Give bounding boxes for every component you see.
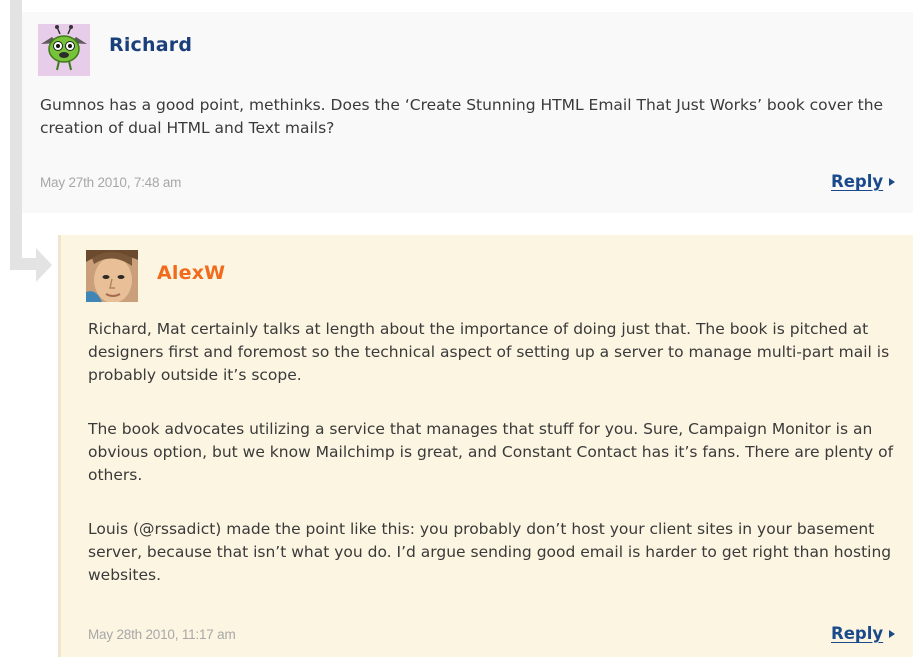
comment-text: Louis (@rssadict) made the point like th… bbox=[88, 520, 892, 584]
reply-button[interactable]: Reply bbox=[831, 624, 896, 643]
comment-date: May 28th 2010, 11:17 am bbox=[88, 627, 236, 642]
avatar-alexw[interactable] bbox=[86, 250, 138, 303]
reply-arrow-icon bbox=[889, 629, 896, 638]
reply-label[interactable]: Reply bbox=[831, 172, 883, 191]
face-portrait-avatar-icon bbox=[86, 250, 138, 303]
thread-connector-elbow bbox=[10, 258, 36, 270]
bug-monster-avatar-icon bbox=[38, 24, 90, 76]
comment-alexw-edge bbox=[58, 235, 61, 657]
thread-connector-line bbox=[10, 0, 22, 270]
reply-button[interactable]: Reply bbox=[831, 172, 896, 191]
comment-text: Richard, Mat certainly talks at length a… bbox=[88, 320, 890, 384]
comment-text: Gumnos has a good point, methinks. Does … bbox=[40, 96, 884, 137]
comment-author[interactable]: Richard bbox=[109, 34, 192, 56]
comment-author[interactable]: AlexW bbox=[157, 262, 225, 284]
avatar-richard[interactable] bbox=[38, 24, 90, 76]
reply-label[interactable]: Reply bbox=[831, 624, 883, 643]
comment-date: May 27th 2010, 7:48 am bbox=[40, 175, 182, 190]
reply-arrow-icon bbox=[889, 177, 896, 186]
thread-connector-arrow-icon bbox=[36, 248, 52, 282]
comment-text: The book advocates utilizing a service t… bbox=[88, 420, 894, 484]
